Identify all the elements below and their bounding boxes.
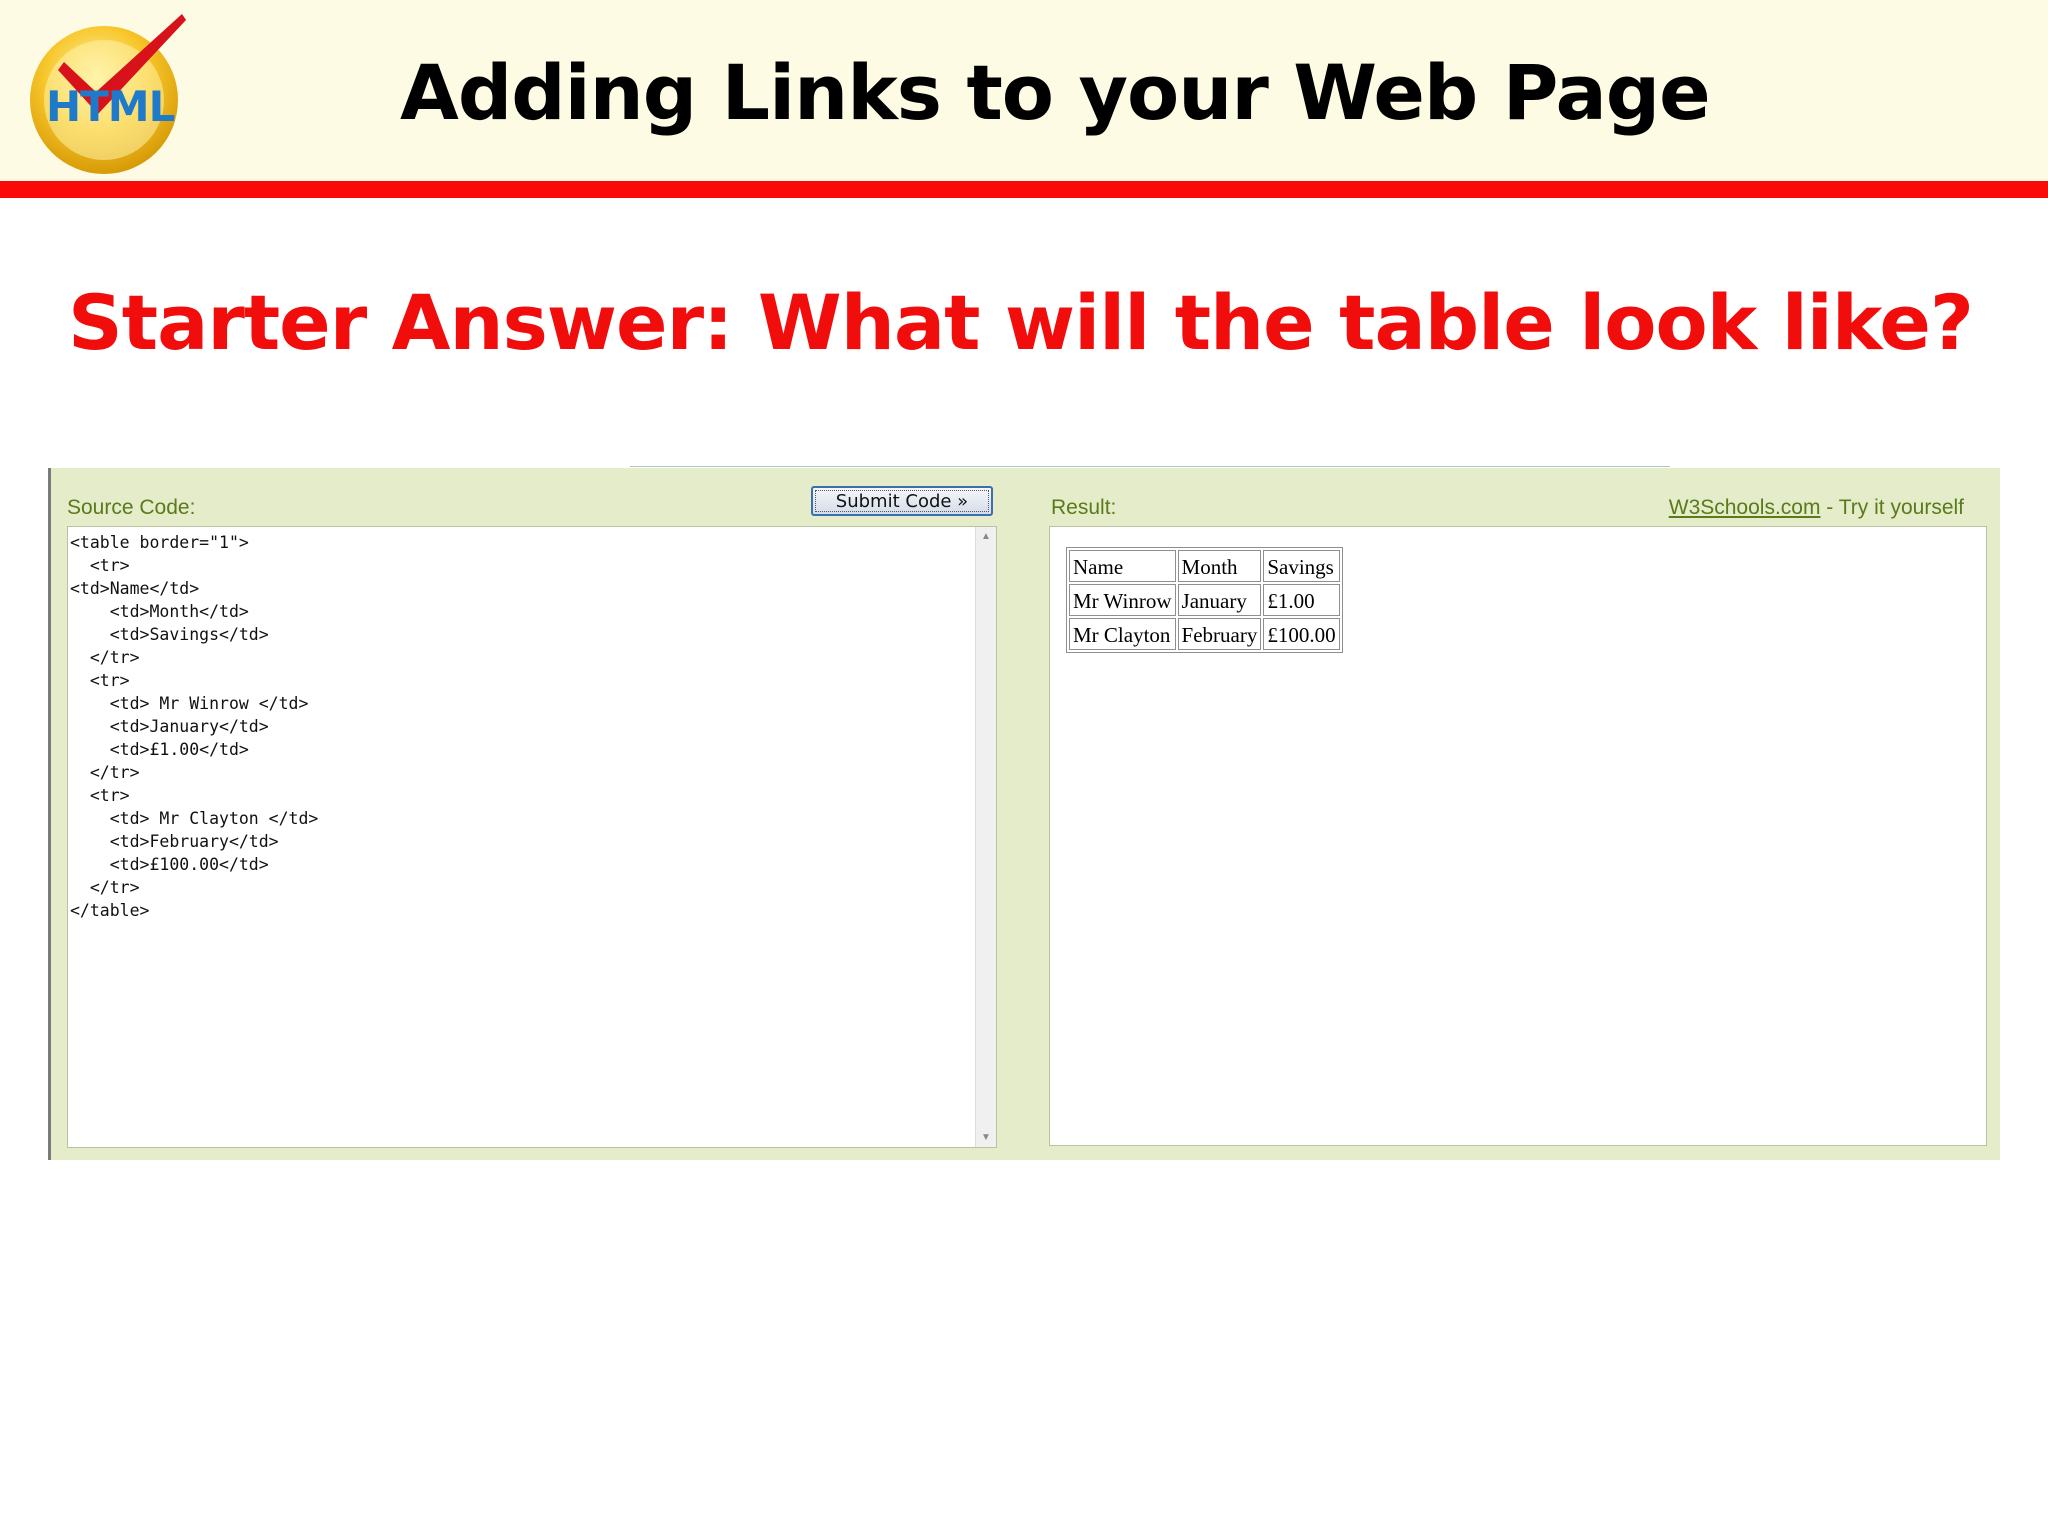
slide-header: HTML Adding Links to your Web Page (0, 0, 2048, 181)
slide-heading: Starter Answer: What will the table look… (68, 278, 1974, 367)
w3schools-credit: W3Schools.com - Try it yourself (1669, 496, 1964, 520)
table-cell: £1.00 (1263, 584, 1340, 616)
table-cell: February (1177, 618, 1262, 650)
header-divider (0, 181, 2048, 198)
logo-text: HTML (46, 82, 175, 131)
table-row: Name Month Savings (1069, 550, 1340, 582)
table-row: Mr Winrow January £1.00 (1069, 584, 1340, 616)
table-cell: Savings (1263, 550, 1340, 582)
separator-line (630, 466, 1670, 467)
submit-code-button[interactable]: Submit Code » (811, 486, 993, 516)
table-cell: Name (1069, 550, 1176, 582)
page-title: Adding Links to your Web Page (400, 48, 1711, 137)
result-label: Result: (1051, 496, 1117, 519)
table-row: Mr Clayton February £100.00 (1069, 618, 1340, 650)
table-cell: January (1177, 584, 1262, 616)
result-frame: Name Month Savings Mr Winrow January £1.… (1049, 526, 1987, 1146)
tryit-panel: Source Code: Submit Code » <table border… (48, 468, 2000, 1160)
source-code-label: Source Code: (67, 496, 196, 519)
scroll-down-arrow-icon[interactable]: ▼ (976, 1132, 996, 1143)
table-cell: Mr Winrow (1069, 584, 1176, 616)
table-cell: Month (1177, 550, 1262, 582)
source-code-text[interactable]: <table border="1"> <tr> <td>Name</td> <t… (70, 531, 318, 922)
scroll-up-arrow-icon[interactable]: ▲ (976, 531, 996, 542)
result-table: Name Month Savings Mr Winrow January £1.… (1066, 547, 1343, 653)
source-code-editor[interactable]: <table border="1"> <tr> <td>Name</td> <t… (67, 526, 997, 1148)
w3schools-suffix: - Try it yourself (1820, 496, 1964, 519)
table-cell: Mr Clayton (1069, 618, 1176, 650)
w3schools-link[interactable]: W3Schools.com (1669, 496, 1821, 519)
editor-scrollbar[interactable]: ▲ ▼ (975, 527, 996, 1147)
table-cell: £100.00 (1263, 618, 1340, 650)
